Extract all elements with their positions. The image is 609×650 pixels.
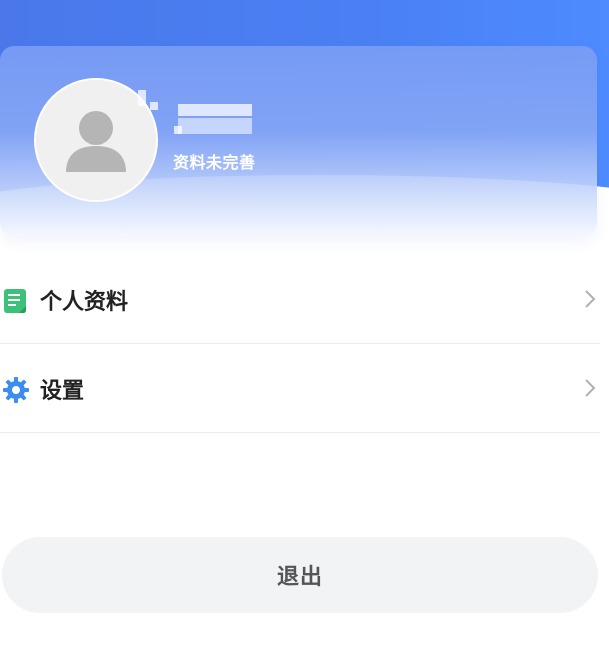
logout-button[interactable]: 退出 (2, 537, 598, 613)
chevron-right-icon (584, 289, 596, 309)
document-icon (3, 288, 27, 314)
username-redacted (138, 88, 258, 138)
menu-item-personal-info[interactable]: 个人资料 (0, 256, 600, 344)
gear-icon (3, 377, 29, 403)
page: 资料未完善 个人资料 设置 退出 (0, 0, 609, 650)
chevron-right-icon (584, 378, 596, 398)
menu-item-label: 个人资料 (40, 290, 129, 315)
menu-item-label: 设置 (40, 379, 85, 404)
menu-item-settings[interactable]: 设置 (0, 345, 600, 433)
profile-status-text: 资料未完善 (173, 153, 256, 172)
